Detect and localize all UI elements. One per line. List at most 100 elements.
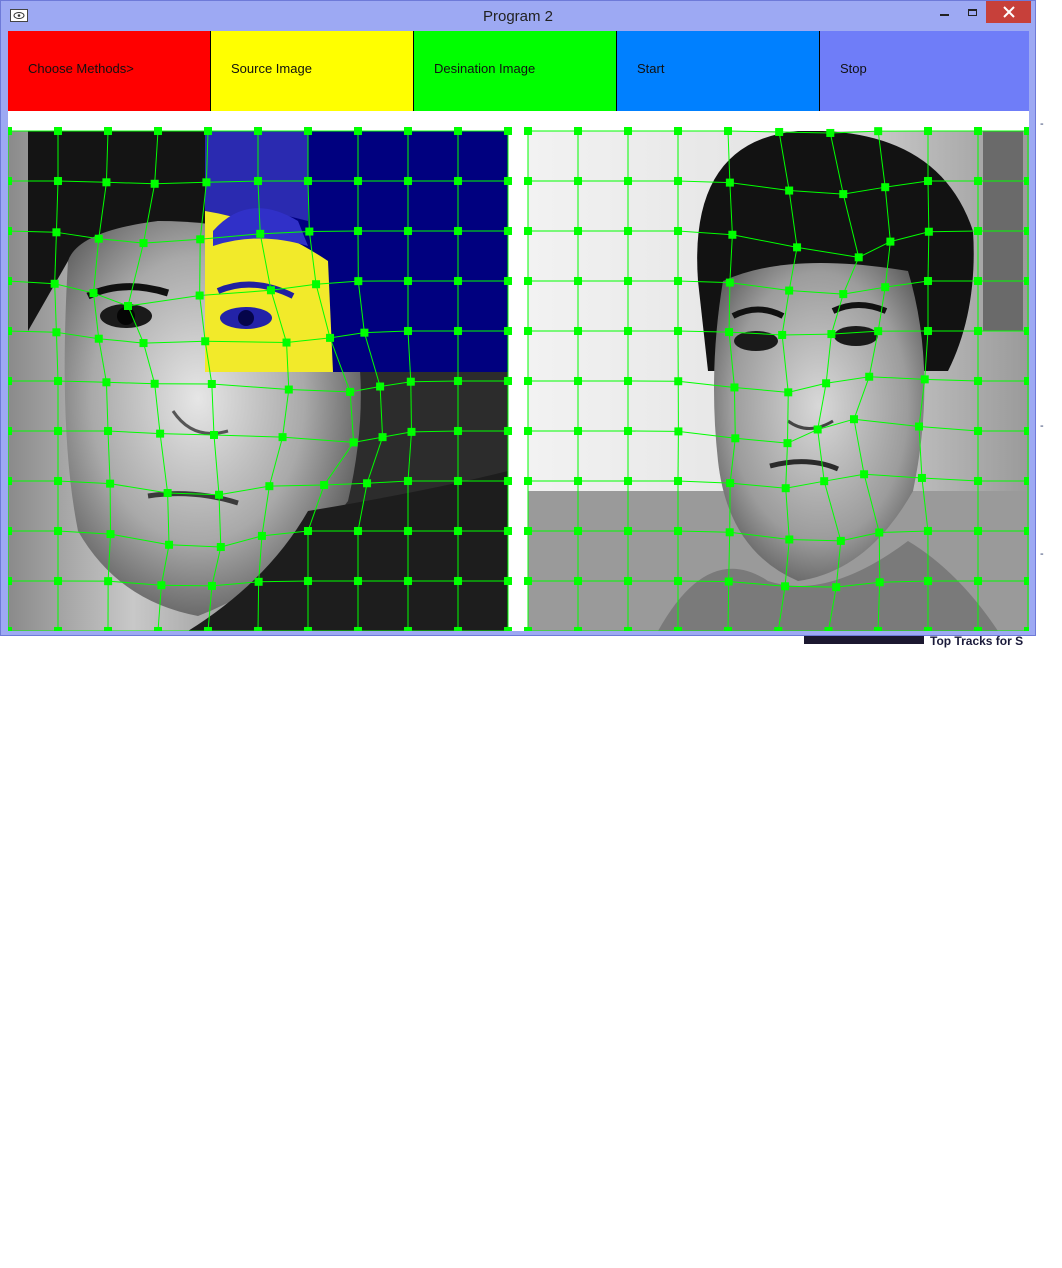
control-point[interactable] — [574, 377, 582, 385]
control-point[interactable] — [674, 577, 682, 585]
control-point[interactable] — [874, 327, 883, 336]
morph-canvas[interactable] — [8, 111, 1029, 631]
control-point[interactable] — [354, 527, 362, 535]
control-point[interactable] — [504, 127, 512, 135]
control-point[interactable] — [881, 183, 890, 192]
control-point[interactable] — [875, 578, 884, 587]
control-point[interactable] — [406, 377, 415, 386]
control-point[interactable] — [104, 427, 112, 435]
control-point[interactable] — [304, 577, 312, 585]
control-point[interactable] — [881, 283, 890, 292]
control-point[interactable] — [54, 477, 62, 485]
control-point[interactable] — [404, 227, 412, 235]
control-point[interactable] — [1024, 227, 1029, 235]
control-point[interactable] — [363, 479, 372, 488]
control-point[interactable] — [8, 427, 12, 435]
control-point[interactable] — [256, 229, 265, 238]
control-point[interactable] — [52, 228, 61, 237]
control-point[interactable] — [8, 277, 12, 285]
control-point[interactable] — [524, 427, 532, 435]
control-point[interactable] — [346, 387, 355, 396]
control-point[interactable] — [305, 227, 314, 236]
control-point[interactable] — [504, 277, 512, 285]
control-point[interactable] — [1024, 527, 1029, 535]
control-point[interactable] — [54, 427, 62, 435]
control-point[interactable] — [724, 577, 733, 586]
control-point[interactable] — [102, 178, 111, 187]
control-point[interactable] — [106, 530, 115, 539]
control-point[interactable] — [624, 477, 632, 485]
control-point[interactable] — [454, 227, 462, 235]
control-point[interactable] — [854, 253, 863, 262]
control-point[interactable] — [254, 127, 262, 135]
control-point[interactable] — [974, 177, 982, 185]
control-point[interactable] — [728, 230, 737, 239]
control-point[interactable] — [196, 235, 205, 244]
control-point[interactable] — [94, 234, 103, 243]
control-point[interactable] — [209, 430, 218, 439]
control-point[interactable] — [574, 527, 582, 535]
control-point[interactable] — [504, 527, 512, 535]
control-point[interactable] — [1024, 277, 1029, 285]
control-point[interactable] — [920, 375, 929, 384]
control-point[interactable] — [674, 277, 682, 285]
control-point[interactable] — [924, 577, 932, 585]
control-point[interactable] — [163, 489, 172, 498]
control-point[interactable] — [974, 227, 982, 235]
control-point[interactable] — [265, 482, 274, 491]
control-point[interactable] — [917, 473, 926, 482]
control-point[interactable] — [674, 177, 682, 185]
control-point[interactable] — [874, 127, 883, 136]
control-point[interactable] — [104, 127, 112, 135]
control-point[interactable] — [524, 577, 532, 585]
control-point[interactable] — [257, 531, 266, 540]
control-point[interactable] — [504, 177, 512, 185]
control-point[interactable] — [106, 479, 115, 488]
control-point[interactable] — [574, 327, 582, 335]
control-point[interactable] — [8, 527, 12, 535]
control-point[interactable] — [524, 477, 532, 485]
control-point[interactable] — [354, 577, 362, 585]
control-point[interactable] — [574, 477, 582, 485]
control-point[interactable] — [254, 577, 263, 586]
control-point[interactable] — [204, 127, 212, 135]
control-point[interactable] — [849, 415, 858, 424]
control-point[interactable] — [8, 227, 12, 235]
control-point[interactable] — [574, 577, 582, 585]
control-point[interactable] — [404, 327, 412, 335]
control-point[interactable] — [574, 627, 582, 631]
control-point[interactable] — [624, 377, 632, 385]
control-point[interactable] — [923, 526, 932, 535]
control-point[interactable] — [674, 227, 682, 235]
control-point[interactable] — [139, 239, 148, 248]
control-point[interactable] — [454, 327, 462, 335]
control-point[interactable] — [725, 278, 734, 287]
control-point[interactable] — [781, 582, 790, 591]
control-point[interactable] — [1024, 177, 1029, 185]
control-point[interactable] — [730, 383, 739, 392]
control-point[interactable] — [524, 277, 532, 285]
control-point[interactable] — [874, 627, 882, 631]
control-point[interactable] — [524, 127, 532, 135]
control-point[interactable] — [157, 581, 166, 590]
control-point[interactable] — [524, 327, 532, 335]
control-point[interactable] — [504, 477, 512, 485]
control-point[interactable] — [774, 627, 783, 631]
destination-image-button[interactable]: Desination Image — [414, 31, 617, 111]
control-point[interactable] — [624, 127, 632, 135]
control-point[interactable] — [827, 330, 836, 339]
control-point[interactable] — [524, 377, 532, 385]
control-point[interactable] — [731, 434, 740, 443]
control-point[interactable] — [974, 527, 982, 535]
control-point[interactable] — [360, 328, 369, 337]
control-point[interactable] — [454, 277, 462, 285]
control-point[interactable] — [150, 179, 159, 188]
source-image-button[interactable]: Source Image — [211, 31, 414, 111]
control-point[interactable] — [454, 627, 462, 631]
control-point[interactable] — [304, 177, 312, 185]
control-point[interactable] — [820, 477, 829, 486]
control-point[interactable] — [793, 243, 802, 252]
control-point[interactable] — [574, 127, 582, 135]
control-point[interactable] — [165, 540, 174, 549]
control-point[interactable] — [50, 279, 59, 288]
